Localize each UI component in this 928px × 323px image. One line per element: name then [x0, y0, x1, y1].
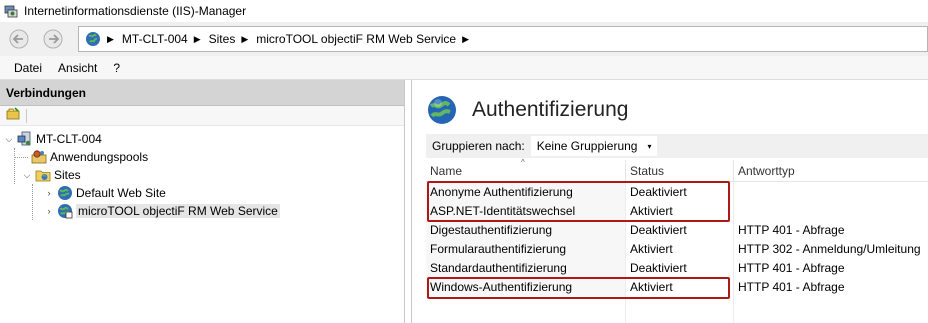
column-divider — [733, 182, 734, 323]
table-row[interactable]: Formularauthentifizierung Aktiviert HTTP… — [426, 239, 928, 258]
iis-manager-icon — [4, 4, 18, 18]
menu-help[interactable]: ? — [105, 61, 128, 75]
group-by-value: Keine Gruppierung — [536, 139, 638, 153]
cell-status: Deaktiviert — [630, 184, 687, 199]
back-arrow-icon — [9, 29, 29, 49]
tree-item-app-pools[interactable]: Anwendungspools — [0, 148, 404, 166]
feature-panel: Authentifizierung Gruppieren nach: Keine… — [411, 80, 928, 323]
feature-header: Authentifizierung — [426, 94, 628, 126]
window-title: Internetinformationsdienste (IIS)-Manage… — [24, 4, 247, 18]
cell-status: Deaktiviert — [630, 260, 687, 275]
menu-datei[interactable]: Datei — [0, 61, 50, 75]
cell-response: HTTP 401 - Abfrage — [738, 260, 845, 275]
title-bar: Internetinformationsdienste (IIS)-Manage… — [0, 0, 928, 22]
breadcrumb-server[interactable]: MT-CLT-004 ▶ — [122, 32, 209, 46]
cell-status: Aktiviert — [630, 203, 673, 218]
breadcrumb-sites[interactable]: Sites ▶ — [209, 32, 257, 46]
menu-bar: Datei Ansicht ? — [0, 56, 928, 80]
server-icon — [17, 131, 33, 147]
cell-response — [734, 182, 928, 201]
expand-chevron-icon[interactable]: › — [44, 206, 54, 216]
tree-item-objectif-rm-web-service[interactable]: › microTOOL objectiF RM Web Service — [0, 202, 404, 220]
column-divider — [625, 182, 626, 323]
tree-item-server[interactable]: ⌵ MT-CLT-004 — [0, 130, 404, 148]
column-header-status[interactable]: Status — [626, 160, 734, 182]
table-row[interactable]: Digestauthentifizierung Deaktiviert HTTP… — [426, 220, 928, 239]
tree-item-label: MT-CLT-004 — [36, 132, 102, 146]
tree-item-label: microTOOL objectiF RM Web Service — [76, 204, 280, 218]
breadcrumb-root-separator: ▶ — [107, 33, 114, 44]
dropdown-caret-icon: ▾ — [647, 141, 652, 151]
sites-folder-icon — [35, 167, 51, 183]
connect-icon[interactable] — [6, 107, 20, 124]
column-header-name[interactable]: Name — [426, 160, 626, 182]
group-by-label: Gruppieren nach: — [432, 139, 525, 153]
table-row[interactable]: ASP.NET-Identitätswechsel Aktiviert — [426, 201, 928, 220]
forward-arrow-icon — [43, 29, 63, 49]
cell-name: Windows-Authentifizierung — [426, 277, 626, 296]
column-header-response[interactable]: Antworttyp — [734, 160, 928, 182]
globe-icon — [57, 185, 73, 201]
cell-response: HTTP 401 - Abfrage — [738, 222, 845, 237]
cell-response — [734, 201, 928, 220]
table-header: ^ Name Status Antworttyp — [426, 158, 928, 182]
sort-indicator-icon: ^ — [521, 158, 525, 167]
cell-response: HTTP 401 - Abfrage — [738, 279, 845, 294]
auth-table: ^ Name Status Antworttyp Anonyme Authent… — [426, 158, 928, 323]
connections-header: Verbindungen — [0, 80, 404, 106]
collapse-chevron-icon[interactable]: ⌵ — [4, 134, 14, 144]
breadcrumb-site[interactable]: microTOOL objectiF RM Web Service ▶ — [256, 32, 477, 46]
tree-item-default-web-site[interactable]: › Default Web Site — [0, 184, 404, 202]
forward-button[interactable] — [40, 26, 66, 52]
cell-response: HTTP 302 - Anmeldung/Umleitung — [738, 241, 921, 256]
back-button[interactable] — [6, 26, 32, 52]
table-row[interactable]: Anonyme Authentifizierung Deaktiviert — [426, 182, 928, 201]
cell-status: Deaktiviert — [630, 222, 687, 237]
tree-item-label: Anwendungspools — [50, 150, 149, 164]
cell-name: Digestauthentifizierung — [426, 220, 626, 239]
connections-toolbar — [0, 106, 404, 126]
address-bar[interactable]: ▶ MT-CLT-004 ▶ Sites ▶ microTOOL objectiF … — [78, 26, 928, 52]
cell-status: Aktiviert — [630, 241, 673, 256]
globe-icon — [57, 203, 73, 219]
menu-ansicht[interactable]: Ansicht — [50, 61, 105, 75]
toolbar-separator — [26, 108, 27, 123]
navigation-bar: ▶ MT-CLT-004 ▶ Sites ▶ microTOOL objectiF … — [0, 22, 928, 56]
cell-name: Formularauthentifizierung — [426, 239, 626, 258]
cell-name: Standardauthentifizierung — [426, 258, 626, 277]
group-by-dropdown[interactable]: Keine Gruppierung ▾ — [530, 136, 658, 156]
group-by-bar: Gruppieren nach: Keine Gruppierung ▾ — [426, 134, 928, 158]
page-title: Authentifizierung — [472, 98, 629, 121]
connections-tree: ⌵ MT-CLT-004 Anwendungspools ⌵ Sites › D… — [0, 126, 404, 220]
tree-item-label: Sites — [54, 168, 81, 182]
globe-lock-icon — [428, 96, 456, 124]
tree-item-sites[interactable]: ⌵ Sites — [0, 166, 404, 184]
table-row[interactable]: Windows-Authentifizierung Aktiviert HTTP… — [426, 277, 928, 296]
globe-icon — [85, 31, 101, 47]
collapse-chevron-icon[interactable]: ⌵ — [22, 170, 32, 180]
cell-name: ASP.NET-Identitätswechsel — [426, 201, 626, 220]
connections-panel: Verbindungen ⌵ MT-CLT-004 Anwendungspool… — [0, 80, 405, 323]
cell-status: Aktiviert — [630, 279, 673, 294]
tree-item-label: Default Web Site — [76, 186, 166, 200]
cell-name: Anonyme Authentifizierung — [426, 182, 626, 201]
table-row[interactable]: Standardauthentifizierung Deaktiviert HT… — [426, 258, 928, 277]
expand-chevron-icon[interactable]: › — [44, 188, 54, 198]
app-pools-icon — [31, 149, 47, 165]
